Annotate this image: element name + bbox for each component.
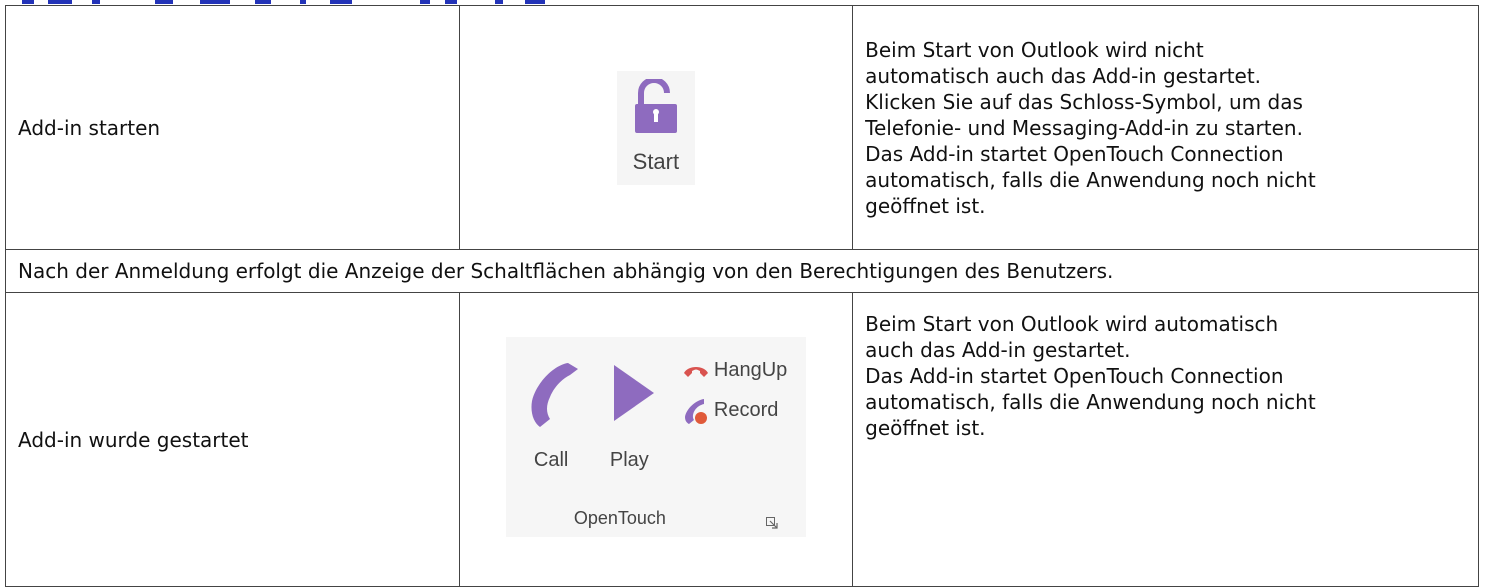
row-title: Add-in starten: [5, 5, 460, 250]
description-line: Das Add-in startet OpenTouch Connection: [865, 141, 1284, 166]
description-line: geöffnet ist.: [865, 416, 986, 440]
padlock-open-icon: [634, 78, 677, 133]
icon-cell: Start: [458, 5, 854, 250]
play-icon: [613, 364, 654, 421]
record-button[interactable]: Record: [682, 395, 802, 425]
start-button-label: Start: [632, 148, 680, 174]
play-label: Play: [609, 448, 649, 471]
dialog-launcher-button[interactable]: [765, 509, 778, 535]
description-line: Telefonie- und Messaging-Add-in zu start…: [865, 115, 1303, 140]
table-row: Nach der Anmeldung erfolgt die Anzeige d…: [5, 249, 1479, 293]
call-button[interactable]: [524, 359, 582, 437]
table-row: Add-in starten Start Beim Start von Outl…: [5, 5, 1479, 250]
hangup-button[interactable]: HangUp: [682, 357, 802, 383]
opentouch-ribbon-group: Call Play HangUp Record OpenTouch: [505, 336, 806, 537]
row-description: Beim Start von Outlook wird nicht automa…: [852, 5, 1479, 250]
group-label: OpenTouch: [573, 507, 666, 528]
call-label: Call: [533, 448, 569, 471]
phone-handset-icon: [531, 362, 578, 427]
description-line: Beim Start von Outlook wird nicht: [865, 37, 1204, 62]
dialog-launcher-icon: [765, 516, 778, 529]
row-description: Beim Start von Outlook wird automatisch …: [852, 292, 1479, 587]
description-line: automatisch auch das Add-in gestartet.: [865, 63, 1262, 88]
row-note: Nach der Anmeldung erfolgt die Anzeige d…: [5, 249, 1479, 293]
table-row: Add-in wurde gestartet Call Play HangUp …: [5, 292, 1479, 587]
description-line: Das Add-in startet OpenTouch Connection: [865, 364, 1284, 388]
icon-cell: Call Play HangUp Record OpenTouch: [458, 292, 854, 587]
hangup-icon: [683, 366, 708, 377]
record-icon: [684, 398, 707, 424]
record-label: Record: [713, 398, 779, 421]
feature-table: Add-in starten Start Beim Start von Outl…: [5, 5, 1479, 587]
description-line: geöffnet ist.: [865, 193, 986, 218]
description-line: auch das Add-in gestartet.: [865, 338, 1131, 362]
hangup-label: HangUp: [713, 358, 788, 381]
play-button[interactable]: [612, 363, 656, 429]
description-line: Klicken Sie auf das Schloss-Symbol, um d…: [865, 89, 1303, 114]
start-button[interactable]: Start: [616, 70, 695, 185]
description-line: automatisch, falls die Anwendung noch ni…: [865, 167, 1316, 192]
row-title: Add-in wurde gestartet: [5, 292, 460, 587]
description-line: Beim Start von Outlook wird automatisch: [865, 312, 1279, 336]
description-line: automatisch, falls die Anwendung noch ni…: [865, 390, 1316, 414]
